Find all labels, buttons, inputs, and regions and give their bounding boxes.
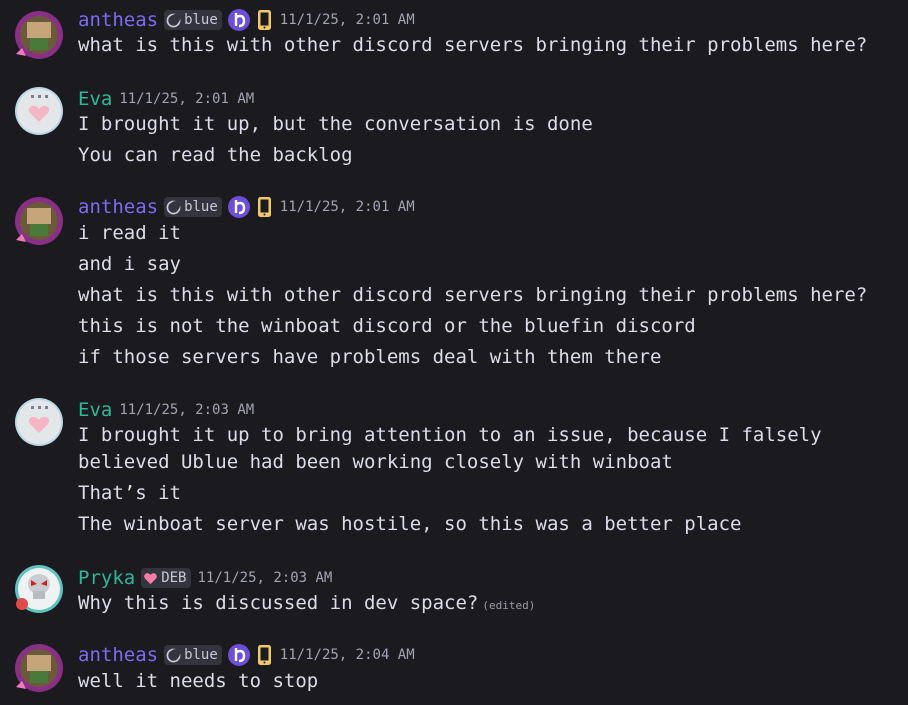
message-text: You can read the backlog (78, 144, 353, 166)
message-text: well it needs to stop (78, 670, 319, 692)
server-tag-label: blue (184, 12, 218, 28)
timestamp[interactable]: 11/1/25, 2:03 AM (198, 570, 333, 586)
message-text: That’s it (78, 482, 181, 504)
message-text: I brought it up, but the conversation is… (78, 113, 593, 135)
server-tag[interactable]: blue (164, 197, 222, 217)
avatar[interactable] (14, 397, 64, 447)
username[interactable]: Pryka (78, 567, 135, 589)
username[interactable]: antheas (78, 644, 158, 666)
username[interactable]: Eva (78, 88, 112, 110)
message-text: believed Ublue had been working closely … (78, 451, 673, 473)
message-header: antheas blue 11/1/25, 2:01 AM (78, 195, 415, 219)
avatar[interactable] (14, 643, 64, 693)
edited-label: (edited) (482, 599, 536, 612)
message-text-content: Why this is discussed in dev space? (78, 592, 479, 614)
bluefin-badge-icon[interactable] (227, 195, 251, 219)
moon-icon (166, 13, 181, 27)
avatar[interactable] (14, 196, 64, 246)
avatar[interactable] (14, 564, 64, 614)
bluefin-badge-icon[interactable] (227, 643, 251, 667)
bluefin-badge-icon[interactable] (227, 8, 251, 32)
moon-icon (166, 200, 181, 214)
username[interactable]: antheas (78, 9, 158, 31)
server-tag-label: blue (184, 199, 218, 215)
timestamp[interactable]: 11/1/25, 2:01 AM (119, 91, 254, 107)
server-tag[interactable]: DEB (141, 568, 191, 588)
server-tag[interactable]: blue (164, 645, 222, 665)
moon-icon (166, 648, 181, 662)
message-text: and i say (78, 253, 181, 275)
message-text: what is this with other discord servers … (78, 34, 868, 56)
username[interactable]: antheas (78, 196, 158, 218)
message-header: antheas blue 11/1/25, 2:01 AM (78, 8, 415, 32)
message-header: Eva 11/1/25, 2:03 AM (78, 398, 254, 422)
timestamp[interactable]: 11/1/25, 2:03 AM (119, 402, 254, 418)
message-text: i read it (78, 222, 181, 244)
server-tag-label: blue (184, 647, 218, 663)
timestamp[interactable]: 11/1/25, 2:01 AM (280, 12, 415, 28)
avatar[interactable] (14, 10, 64, 60)
timestamp[interactable]: 11/1/25, 2:04 AM (280, 647, 415, 663)
message-text: Why this is discussed in dev space? (edit… (78, 590, 535, 619)
message-header: Eva 11/1/25, 2:01 AM (78, 87, 254, 111)
username[interactable]: Eva (78, 399, 112, 421)
server-tag[interactable]: blue (164, 10, 222, 30)
message-text: I brought it up to bring attention to an… (78, 424, 822, 446)
message-text: what is this with other discord servers … (78, 284, 868, 306)
message-text: this is not the winboat discord or the b… (78, 315, 696, 337)
message-text: if those servers have problems deal with… (78, 346, 662, 368)
mobile-phone-icon (257, 197, 271, 217)
mobile-phone-icon (257, 10, 271, 30)
mobile-phone-icon (257, 645, 271, 665)
avatar[interactable] (14, 86, 64, 136)
message-text: The winboat server was hostile, so this … (78, 513, 742, 535)
timestamp[interactable]: 11/1/25, 2:01 AM (280, 199, 415, 215)
message-header: antheas blue 11/1/25, 2:04 AM (78, 643, 415, 667)
message-header: Pryka DEB 11/1/25, 2:03 AM (78, 566, 332, 590)
server-tag-label: DEB (161, 570, 187, 586)
heart-icon (144, 572, 158, 584)
